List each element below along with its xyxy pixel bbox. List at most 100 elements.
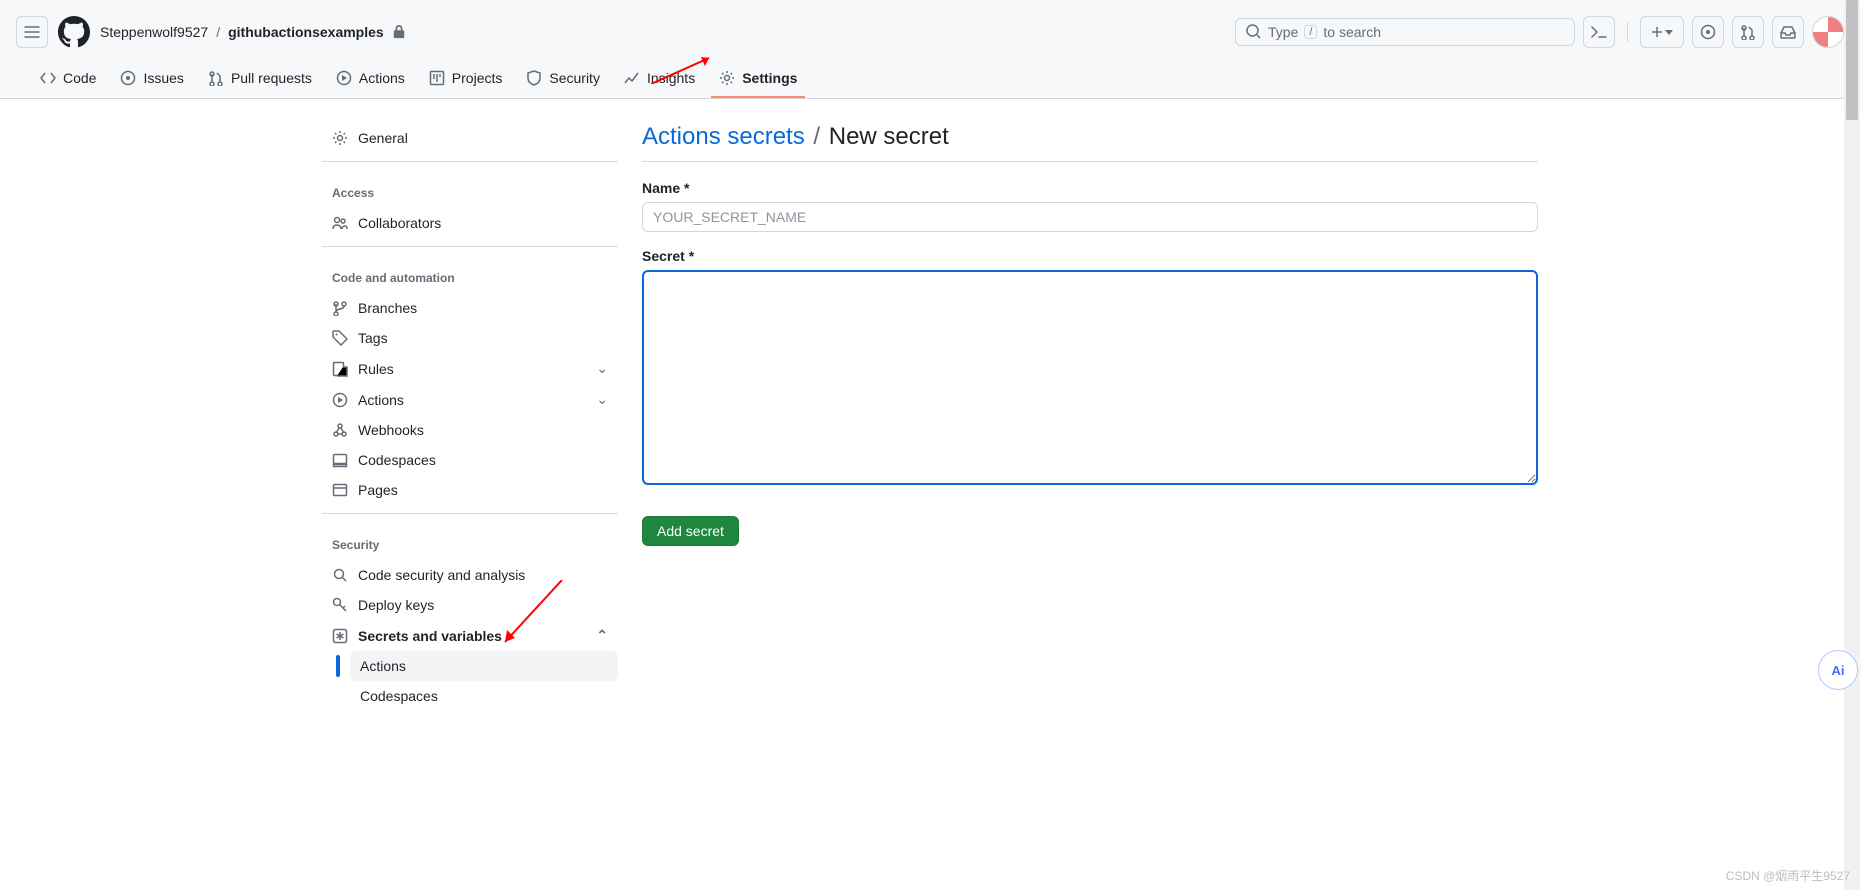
sidebar-code-security-label: Code security and analysis — [358, 567, 525, 583]
settings-sidebar: General Access Collaborators Code and au… — [322, 123, 618, 711]
user-avatar[interactable] — [1812, 16, 1844, 48]
shield-icon — [526, 70, 542, 86]
breadcrumb-current: New secret — [829, 123, 949, 150]
sidebar-collaborators-label: Collaborators — [358, 215, 441, 231]
main-content-wrapper: General Access Collaborators Code and au… — [290, 99, 1570, 735]
play-icon — [332, 392, 348, 408]
sidebar-actions-label: Actions — [358, 392, 404, 408]
tab-code-label: Code — [63, 70, 96, 86]
repo-nav-tabs: Code Issues Pull requests Actions Projec… — [16, 60, 1844, 98]
title-separator: / — [813, 123, 820, 150]
gear-icon — [719, 70, 735, 86]
tab-actions-label: Actions — [359, 70, 405, 86]
header-separator — [1627, 22, 1628, 42]
search-suffix: to search — [1323, 24, 1381, 40]
inbox-icon — [1780, 24, 1796, 40]
search-icon — [1246, 24, 1262, 40]
sidebar-item-branches[interactable]: Branches — [322, 293, 618, 323]
hamburger-icon — [24, 24, 40, 40]
issues-header-button[interactable] — [1692, 16, 1724, 48]
tab-settings-label: Settings — [742, 70, 797, 86]
add-secret-button[interactable]: Add secret — [642, 516, 739, 546]
tab-security[interactable]: Security — [518, 60, 608, 98]
people-icon — [332, 215, 348, 231]
breadcrumb-separator: / — [216, 24, 220, 40]
repo-link[interactable]: githubactionsexamples — [228, 24, 384, 40]
secret-name-input[interactable] — [642, 202, 1538, 232]
sidebar-general-label: General — [358, 130, 408, 146]
header-right: Type / to search — [1235, 16, 1844, 48]
app-header: Steppenwolf9527 / githubactionsexamples … — [0, 0, 1860, 99]
pull-request-icon — [1740, 24, 1756, 40]
create-new-button[interactable] — [1640, 16, 1684, 48]
name-label: Name * — [642, 180, 1538, 196]
sidebar-rules-label: Rules — [358, 361, 394, 377]
sidebar-branches-label: Branches — [358, 300, 417, 316]
lock-icon — [392, 25, 406, 39]
sidebar-item-tags[interactable]: Tags — [322, 323, 618, 353]
browser-scrollbar[interactable] — [1844, 0, 1860, 890]
tab-issues-label: Issues — [143, 70, 183, 86]
sidebar-group-access: Access — [322, 170, 618, 208]
sidebar-sub-codespaces[interactable]: Codespaces — [350, 681, 618, 711]
chevron-down-icon: ⌄ — [596, 360, 608, 377]
sidebar-group-code: Code and automation — [322, 255, 618, 293]
sidebar-item-secrets[interactable]: Secrets and variables ⌃ — [322, 620, 618, 651]
secret-field-block: Secret * — [642, 248, 1538, 488]
tab-security-label: Security — [549, 70, 600, 86]
chevron-down-icon: ⌄ — [596, 391, 608, 408]
sidebar-secrets-submenu: Actions Codespaces — [322, 651, 618, 711]
sidebar-item-rules[interactable]: Rules ⌄ — [322, 353, 618, 384]
search-hotkey: / — [1304, 25, 1317, 39]
sidebar-item-deploy-keys[interactable]: Deploy keys — [322, 590, 618, 620]
asterisk-icon — [332, 628, 348, 644]
sidebar-item-webhooks[interactable]: Webhooks — [322, 415, 618, 445]
tab-actions[interactable]: Actions — [328, 60, 413, 98]
content-panel: Actions secrets / New secret Name * Secr… — [642, 123, 1538, 711]
secret-label: Secret * — [642, 248, 1538, 264]
terminal-icon — [1591, 24, 1607, 40]
sidebar-item-codespaces[interactable]: Codespaces — [322, 445, 618, 475]
sidebar-webhooks-label: Webhooks — [358, 422, 424, 438]
search-input[interactable]: Type / to search — [1235, 18, 1575, 46]
secret-value-textarea[interactable] — [642, 270, 1538, 485]
tab-settings[interactable]: Settings — [711, 60, 805, 98]
chevron-up-icon: ⌃ — [596, 627, 608, 644]
shield-search-icon — [332, 567, 348, 583]
webhook-icon — [332, 422, 348, 438]
sidebar-item-general[interactable]: General — [322, 123, 618, 153]
owner-link[interactable]: Steppenwolf9527 — [100, 24, 208, 40]
sidebar-deploy-keys-label: Deploy keys — [358, 597, 434, 613]
pull-requests-header-button[interactable] — [1732, 16, 1764, 48]
tab-insights-label: Insights — [647, 70, 695, 86]
play-icon — [336, 70, 352, 86]
github-logo-icon[interactable] — [58, 16, 90, 48]
codespaces-icon — [332, 452, 348, 468]
sidebar-sub-actions[interactable]: Actions — [350, 651, 618, 681]
tab-issues[interactable]: Issues — [112, 60, 191, 98]
tab-projects[interactable]: Projects — [421, 60, 511, 98]
sidebar-item-pages[interactable]: Pages — [322, 475, 618, 505]
breadcrumb: Steppenwolf9527 / githubactionsexamples — [100, 24, 406, 40]
command-palette-button[interactable] — [1583, 16, 1615, 48]
tab-insights[interactable]: Insights — [616, 60, 703, 98]
sidebar-item-actions[interactable]: Actions ⌄ — [322, 384, 618, 415]
sidebar-pages-label: Pages — [358, 482, 398, 498]
key-icon — [332, 597, 348, 613]
browser-icon — [332, 482, 348, 498]
plus-icon — [1652, 27, 1662, 37]
ai-assistant-badge[interactable]: Ai — [1818, 650, 1858, 690]
tab-code[interactable]: Code — [32, 60, 104, 98]
header-left: Steppenwolf9527 / githubactionsexamples — [16, 16, 1235, 48]
sidebar-codespaces-label: Codespaces — [358, 452, 436, 468]
inbox-button[interactable] — [1772, 16, 1804, 48]
rules-icon — [332, 361, 348, 377]
sidebar-secrets-label: Secrets and variables — [358, 628, 502, 644]
hamburger-menu-button[interactable] — [16, 16, 48, 48]
tab-pull-requests[interactable]: Pull requests — [200, 60, 320, 98]
sidebar-item-collaborators[interactable]: Collaborators — [322, 208, 618, 238]
breadcrumb-parent-link[interactable]: Actions secrets — [642, 123, 805, 150]
sidebar-item-code-security[interactable]: Code security and analysis — [322, 560, 618, 590]
tag-icon — [332, 330, 348, 346]
issues-icon — [120, 70, 136, 86]
